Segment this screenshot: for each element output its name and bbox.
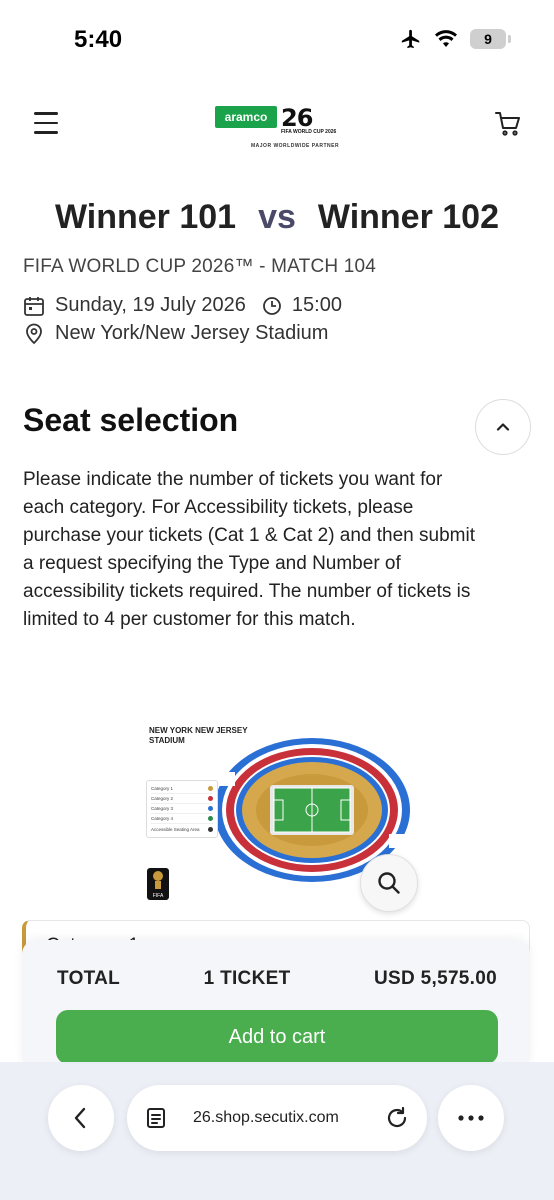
zoom-map-button[interactable]	[360, 854, 418, 912]
match-title: Winner 101 vs Winner 102	[0, 198, 554, 237]
world-cup-trophy-logo: FIFA	[147, 868, 169, 900]
legend-item: Category 4	[151, 814, 213, 824]
match-date: Sunday, 19 July 2026	[55, 294, 246, 316]
hamburger-icon-line	[34, 112, 58, 115]
app-header: aramco 26 FIFA WORLD CUP 2026 MAJOR WORL…	[0, 96, 554, 156]
reader-mode-icon[interactable]	[145, 1107, 167, 1129]
seat-selection-description: Please indicate the number of tickets yo…	[23, 469, 475, 630]
match-time: 15:00	[291, 294, 342, 316]
aramco-logo: aramco	[215, 106, 277, 128]
status-bar: 5:40 9	[0, 0, 554, 80]
cart-icon[interactable]	[494, 110, 522, 138]
partner-label: MAJOR WORLDWIDE PARTNER	[251, 143, 340, 149]
battery-icon: 9	[470, 29, 511, 49]
legend-item: Category 2	[151, 794, 213, 804]
total-panel: TOTAL 1 TICKET USD 5,575.00 Add to cart	[22, 940, 530, 1070]
seat-selection-heading: Seat selection	[23, 402, 239, 438]
back-button[interactable]	[48, 1085, 114, 1151]
total-row: TOTAL 1 TICKET USD 5,575.00	[57, 968, 497, 990]
airplane-icon	[401, 29, 420, 49]
total-amount: USD 5,575.00	[374, 968, 497, 989]
add-to-cart-button[interactable]: Add to cart	[56, 1010, 498, 1064]
match-subtitle: FIFA WORLD CUP 2026™ - MATCH 104	[23, 256, 377, 277]
team-away: Winner 102	[317, 198, 499, 236]
total-label: TOTAL	[57, 968, 121, 989]
menu-button[interactable]	[34, 112, 58, 134]
legend-item: Category 1	[151, 784, 213, 794]
status-icons: 9	[400, 28, 511, 50]
legend-item: Category 3	[151, 804, 213, 814]
match-venue-row: New York/New Jersey Stadium	[23, 322, 328, 345]
search-icon	[378, 872, 400, 894]
legend-item: Accessible Seating Area	[151, 824, 213, 834]
chevron-left-icon	[74, 1107, 86, 1129]
browser-toolbar: 26.shop.secutix.com	[0, 1062, 554, 1200]
wifi-icon	[435, 30, 457, 47]
world-cup-26-mark: 26	[281, 104, 313, 132]
hamburger-icon-line	[34, 121, 58, 124]
location-pin-icon	[26, 323, 42, 344]
chevron-up-icon	[496, 423, 510, 431]
calendar-icon	[24, 296, 44, 316]
status-time: 5:40	[74, 26, 123, 53]
vs-label: vs	[258, 198, 296, 236]
reload-icon[interactable]	[385, 1106, 409, 1130]
address-bar[interactable]: 26.shop.secutix.com	[127, 1085, 427, 1151]
match-date-row: Sunday, 19 July 2026 15:00	[23, 294, 342, 317]
stadium-map-title: NEW YORK NEW JERSEY STADIUM	[149, 726, 248, 745]
ticket-count: 1 TICKET	[203, 968, 291, 989]
match-time-block: 15:00	[262, 294, 342, 317]
world-cup-label: FIFA WORLD CUP 2026	[281, 129, 337, 135]
fifa-aramco-logo[interactable]: aramco 26 FIFA WORLD CUP 2026 MAJOR WORL…	[215, 104, 345, 149]
ellipsis-icon	[458, 1115, 484, 1121]
team-home: Winner 101	[54, 198, 237, 236]
more-options-button[interactable]	[438, 1085, 504, 1151]
hamburger-icon-line	[34, 131, 58, 134]
url-text[interactable]: 26.shop.secutix.com	[193, 1109, 385, 1127]
clock-icon	[262, 296, 281, 315]
match-venue: New York/New Jersey Stadium	[55, 322, 329, 344]
stadium-legend: Category 1 Category 2 Category 3 Categor…	[146, 780, 218, 838]
collapse-button[interactable]	[475, 399, 531, 455]
svg-text:FIFA: FIFA	[153, 893, 164, 899]
